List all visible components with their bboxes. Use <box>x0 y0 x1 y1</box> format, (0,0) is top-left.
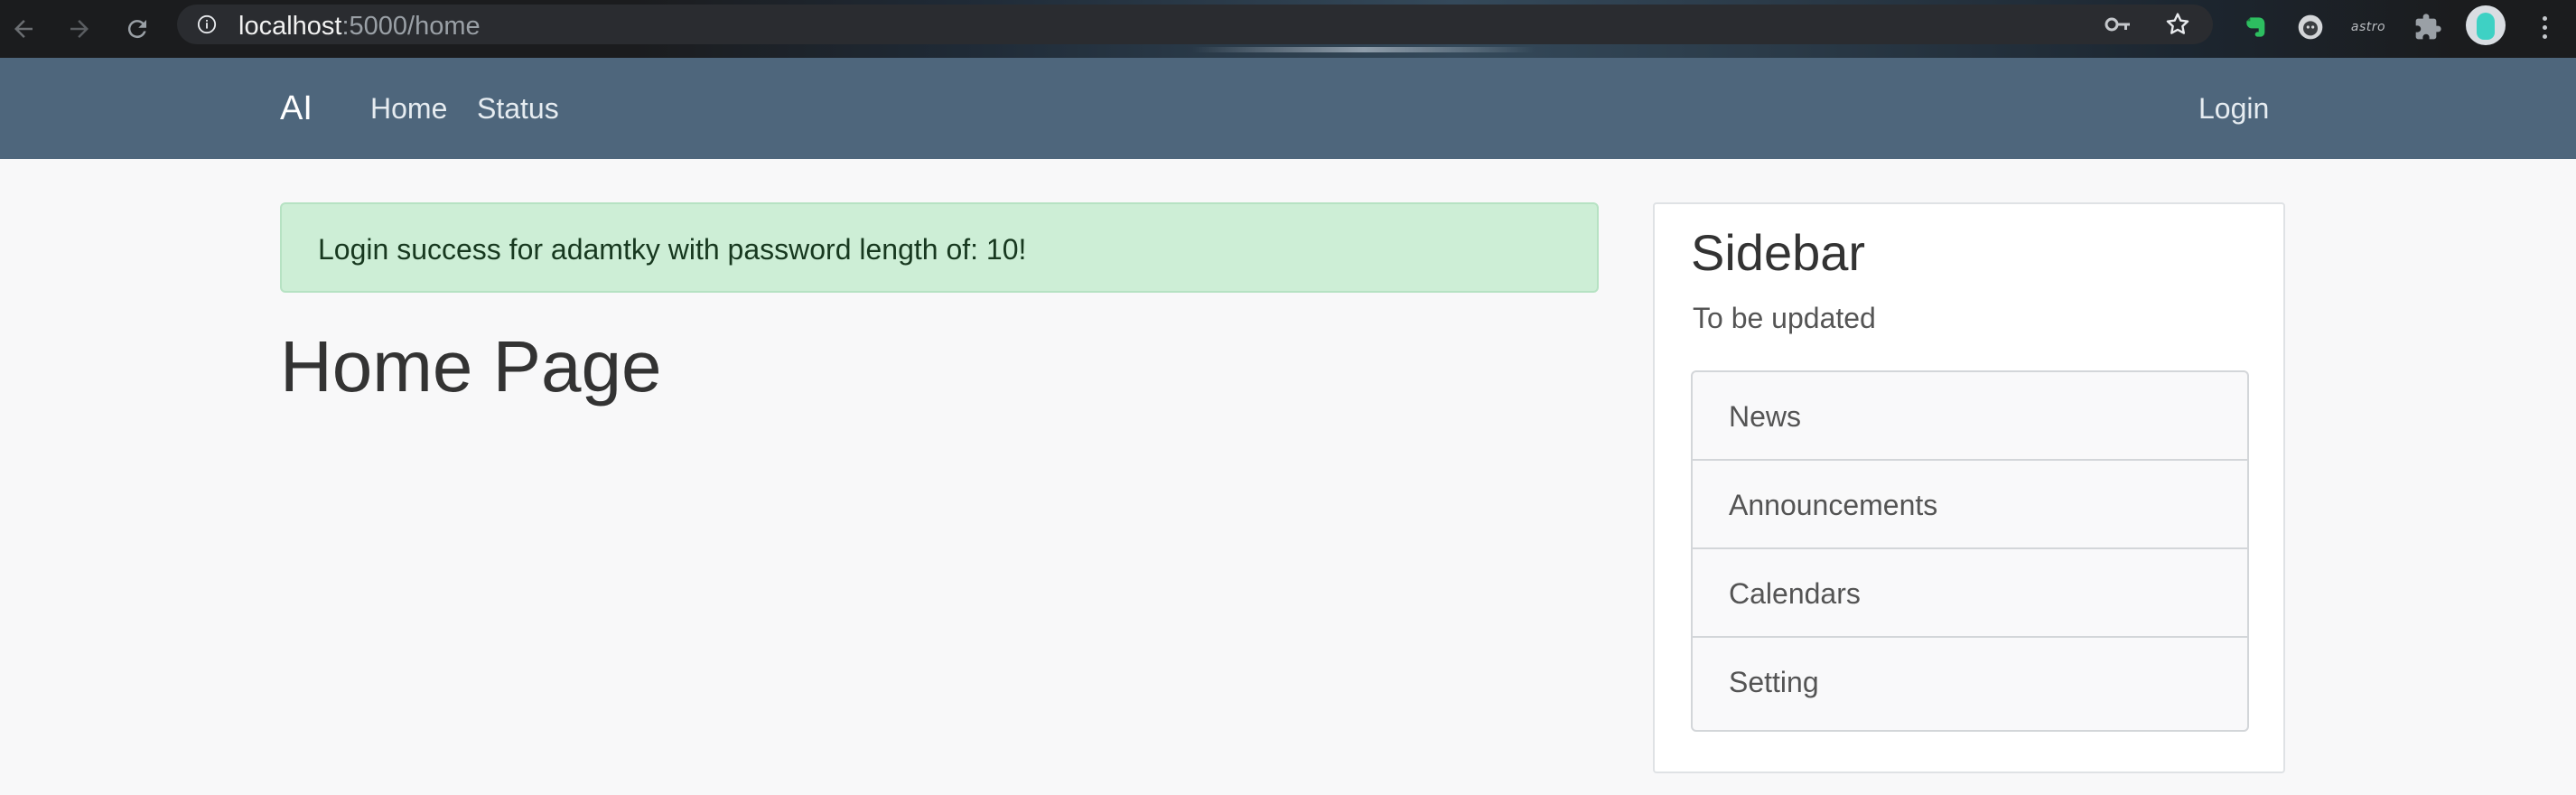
brand-link[interactable]: AI <box>280 89 313 128</box>
arrow-right-icon <box>70 20 89 38</box>
astro-extension[interactable]: astro <box>2350 9 2386 45</box>
profile-avatar[interactable] <box>2466 5 2506 45</box>
reload-button[interactable] <box>116 7 159 51</box>
url-text[interactable]: localhost:5000/home <box>238 13 481 40</box>
sidebar-card: Sidebar To be updated News Announcements… <box>1653 202 2285 773</box>
sidebar-item-announcements[interactable]: Announcements <box>1693 461 2247 549</box>
browser-toolbar: localhost:5000/home astro <box>0 0 2576 58</box>
star-icon[interactable] <box>2163 10 2192 39</box>
reload-icon <box>127 20 146 39</box>
back-button[interactable] <box>2 7 45 51</box>
sidebar-subtitle: To be updated <box>1693 302 1876 334</box>
sidebar-item-label: Setting <box>1729 666 1819 698</box>
arrow-left-icon <box>14 20 33 38</box>
address-bar[interactable]: localhost:5000/home <box>177 5 2213 44</box>
octocat-icon[interactable] <box>2292 9 2329 45</box>
puzzle-icon[interactable] <box>2410 9 2446 45</box>
nav-home-link[interactable]: Home <box>370 91 447 126</box>
sidebar-item-label: News <box>1729 400 1802 433</box>
info-icon[interactable] <box>197 14 217 34</box>
sidebar-item-news[interactable]: News <box>1693 372 2247 461</box>
key-icon[interactable] <box>2105 13 2132 36</box>
nav-login-link[interactable]: Login <box>2198 91 2269 126</box>
sidebar-item-label: Calendars <box>1729 577 1861 610</box>
site-navbar: AI Home Status Login <box>0 58 2576 159</box>
nav-status-link[interactable]: Status <box>477 91 559 126</box>
avatar-figure-icon <box>2477 13 2495 40</box>
sidebar-title: Sidebar <box>1691 224 1866 281</box>
forward-button[interactable] <box>58 7 101 51</box>
success-alert: Login success for adamtky with password … <box>280 202 1599 293</box>
url-path: :5000/home <box>341 12 481 41</box>
evernote-icon[interactable] <box>2238 9 2274 45</box>
browser-menu-icon[interactable] <box>2533 9 2556 45</box>
page-title: Home Page <box>280 326 662 407</box>
sidebar-item-label: Announcements <box>1729 489 1938 521</box>
sidebar-list: News Announcements Calendars Setting <box>1691 370 2249 732</box>
alert-message: Login success for adamtky with password … <box>318 233 1027 266</box>
sidebar-item-calendars[interactable]: Calendars <box>1693 549 2247 638</box>
url-host: localhost <box>238 12 342 41</box>
sidebar-item-setting[interactable]: Setting <box>1693 638 2247 728</box>
